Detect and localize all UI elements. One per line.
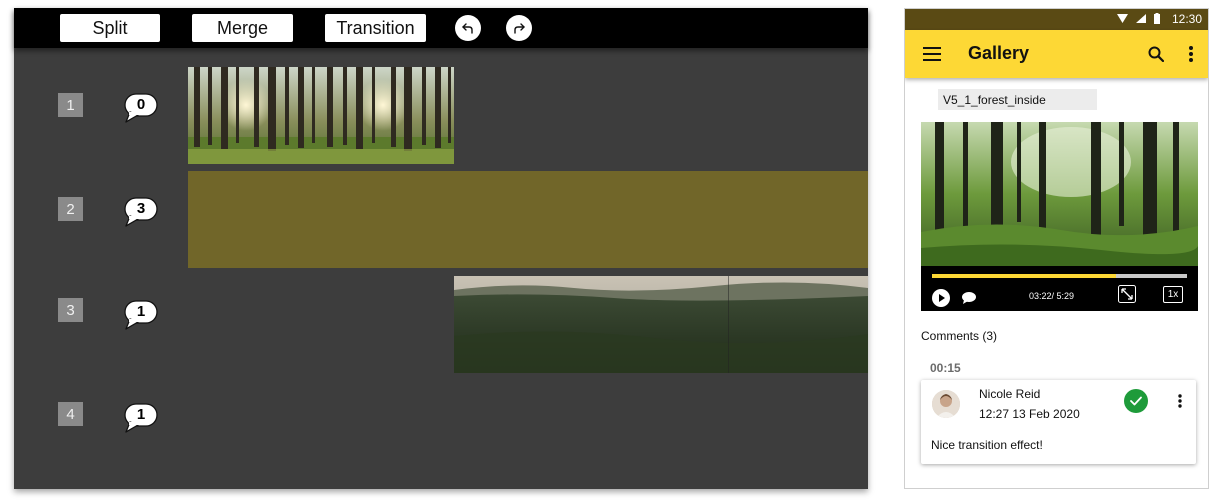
comment-count: 3 — [136, 200, 146, 217]
video-player[interactable]: 03:22/ 5:29 1x — [921, 122, 1198, 311]
comment-count-bubble[interactable]: 0 — [124, 93, 158, 123]
status-bar: 12:30 — [905, 9, 1208, 30]
forest-video-frame — [921, 122, 1198, 266]
playback-speed-button[interactable]: 1x — [1163, 286, 1183, 303]
undo-button[interactable] — [455, 15, 481, 41]
track-number: 3 — [58, 298, 83, 322]
mobile-gallery-screen: 12:30 Gallery V5_1_forest_inside 03:22/ … — [904, 8, 1209, 489]
search-icon — [1148, 46, 1164, 62]
redo-icon — [514, 23, 525, 34]
comment-time: 12:27 13 Feb 2020 — [979, 407, 1080, 421]
comment-text: Nice transition effect! — [931, 438, 1043, 452]
forest-thumbnail — [188, 67, 454, 164]
seek-bar-progress — [932, 274, 1116, 278]
seek-bar[interactable] — [932, 274, 1187, 278]
more-vert-icon — [1178, 394, 1182, 408]
cellular-signal-icon — [1136, 14, 1146, 23]
merge-button[interactable]: Merge — [192, 14, 293, 42]
undo-icon — [462, 23, 473, 34]
hamburger-menu-icon — [923, 47, 941, 61]
app-title: Gallery — [968, 43, 1030, 63]
comment-count-bubble[interactable]: 1 — [124, 300, 158, 330]
timeline-editor: Split Merge Transition 1 2 3 4 0 3 1 1 — [14, 8, 868, 489]
avatar — [932, 390, 960, 418]
check-icon — [1130, 396, 1142, 406]
aerial-forest-thumbnail — [454, 276, 868, 373]
fullscreen-icon[interactable] — [1118, 285, 1136, 303]
menu-button[interactable] — [920, 42, 944, 66]
status-time: 12:30 — [1171, 12, 1202, 26]
search-button[interactable] — [1144, 42, 1168, 66]
comment-more-button[interactable] — [1173, 390, 1187, 412]
wifi-icon — [1117, 14, 1128, 23]
editor-toolbar: Split Merge Transition — [14, 8, 868, 48]
playback-time: 03:22/ 5:29 — [1029, 291, 1075, 301]
resolve-button[interactable] — [1124, 389, 1148, 413]
track-number: 4 — [58, 402, 83, 426]
comment-count-bubble[interactable]: 1 — [124, 403, 158, 433]
transition-button[interactable]: Transition — [325, 14, 426, 42]
comment-count-bubble[interactable]: 3 — [124, 197, 158, 227]
avatar-image — [932, 390, 960, 418]
split-button[interactable]: Split — [60, 14, 160, 42]
player-controls: 03:22/ 5:29 1x — [921, 266, 1198, 311]
overflow-menu-button[interactable] — [1179, 42, 1203, 66]
transition-clip[interactable] — [188, 171, 868, 268]
comment-author: Nicole Reid — [979, 387, 1041, 401]
comment-icon[interactable] — [962, 292, 976, 304]
track-number: 1 — [58, 93, 83, 117]
comments-heading: Comments (3) — [921, 329, 998, 343]
app-bar: Gallery — [905, 30, 1208, 78]
track-number: 2 — [58, 197, 83, 221]
comment-card: Nicole Reid 12:27 13 Feb 2020 Nice trans… — [921, 380, 1196, 464]
comment-count: 1 — [136, 406, 146, 423]
more-vert-icon — [1189, 46, 1193, 62]
video-clip-forest-sunlight[interactable] — [188, 67, 454, 164]
comment-timestamp[interactable]: 00:15 — [930, 361, 961, 375]
file-name-label: V5_1_forest_inside — [938, 89, 1097, 110]
video-clip-aerial-forest[interactable] — [454, 276, 868, 373]
comment-count: 1 — [136, 303, 146, 320]
comment-count: 0 — [136, 96, 146, 113]
battery-icon — [1154, 13, 1160, 24]
play-icon[interactable] — [932, 289, 950, 307]
redo-button[interactable] — [506, 15, 532, 41]
